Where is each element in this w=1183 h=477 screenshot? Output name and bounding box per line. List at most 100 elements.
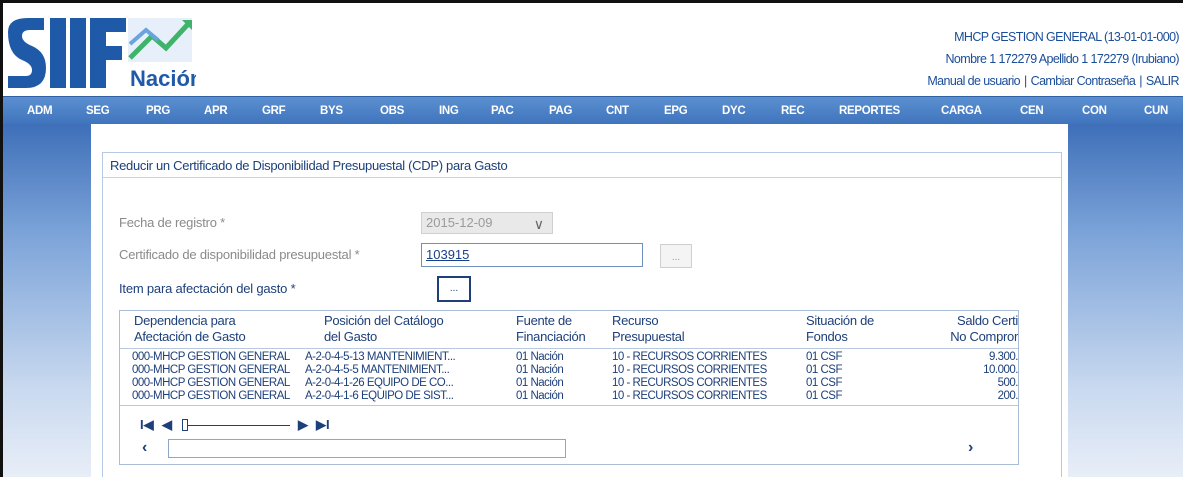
menu-item-grf[interactable]: GRF [262, 97, 286, 125]
col-header-posicion[interactable]: Posición del Catálogo del Gasto [324, 313, 444, 345]
pager-slider-handle[interactable] [182, 419, 188, 431]
cell-dependencia: 000-MHCP GESTION GENERAL [132, 390, 290, 402]
col-header-line: del Gasto [324, 329, 377, 344]
scrollbar-thumb[interactable] [168, 439, 566, 458]
cdp-label: Certificado de disponibilidad presupuest… [119, 247, 360, 262]
menu-item-epg[interactable]: EPG [664, 97, 688, 125]
col-header-line: Situación de [806, 313, 874, 328]
pager-track [184, 425, 290, 426]
col-header-line: Afectación de Gasto [134, 329, 246, 344]
user-links: Manual de usuario | Cambiar Contraseña | SAL… [927, 74, 1180, 88]
cell-saldo: 10.000. [983, 364, 1018, 376]
cdp-form-panel: Reducir un Certificado de Disponibilidad… [102, 152, 1062, 477]
cell-recurso: 10 - RECURSOS CORRIENTES [612, 377, 767, 389]
item-grid: Dependencia para Afectación de Gasto Pos… [119, 310, 1019, 465]
cell-fuente: 01 Nación [516, 390, 564, 402]
menu-item-rec[interactable]: REC [781, 97, 805, 125]
cell-saldo: 200. [997, 390, 1018, 402]
col-header-line: Fondos [806, 329, 848, 344]
col-header-saldo[interactable]: Saldo Certi No Compror [930, 313, 1018, 345]
left-background [3, 124, 91, 477]
fecha-value: 2015-12-09 [426, 215, 493, 230]
cell-dependencia: 000-MHCP GESTION GENERAL [132, 351, 290, 363]
fecha-label: Fecha de registro * [119, 215, 226, 230]
menu-item-con[interactable]: CON [1082, 97, 1107, 125]
user-info: MHCP GESTION GENERAL (13-01-01-000) Nomb… [927, 26, 1179, 92]
cell-saldo: 500. [997, 377, 1018, 389]
next-page-icon[interactable]: ▶ [298, 417, 308, 433]
fecha-select: 2015-12-09 ∨ [421, 212, 553, 234]
menu-item-seg[interactable]: SEG [86, 97, 110, 125]
scroll-left-icon[interactable]: ‹ [142, 439, 147, 457]
cell-fuente: 01 Nación [516, 364, 564, 376]
panel-title-divider [103, 177, 1061, 178]
menu-item-cnt[interactable]: CNT [606, 97, 629, 125]
menu-item-prg[interactable]: PRG [146, 97, 170, 125]
col-header-line: Presupuestal [612, 329, 685, 344]
menu-item-reportes[interactable]: REPORTES [839, 97, 900, 125]
cdp-value: 103915 [426, 247, 470, 262]
menu-item-cen[interactable]: CEN [1020, 97, 1044, 125]
panel-title: Reducir un Certificado de Disponibilidad… [110, 158, 508, 173]
change-password-link[interactable]: Cambiar Contraseña [1031, 74, 1136, 88]
item-search-button[interactable]: ... [437, 276, 471, 302]
cell-saldo: 9.300. [989, 351, 1018, 363]
cell-posicion: A-2-0-4-5-5 MANTENIMIENT... [305, 364, 450, 376]
user-org: MHCP GESTION GENERAL (13-01-01-000) [954, 30, 1180, 44]
col-header-line: Posición del Catálogo [324, 313, 444, 328]
cdp-input[interactable]: 103915 [421, 243, 643, 267]
cell-fuente: 01 Nación [516, 351, 564, 363]
scroll-right-icon[interactable]: › [968, 439, 973, 457]
logout-link[interactable]: SALIR [1146, 74, 1180, 88]
rows-divider [120, 405, 1018, 406]
header-divider [120, 348, 1018, 349]
siif-logo: Nación [8, 18, 196, 91]
cell-situacion: 01 CSF [806, 377, 843, 389]
col-header-recurso[interactable]: Recurso Presupuestal [612, 313, 685, 345]
cell-recurso: 10 - RECURSOS CORRIENTES [612, 390, 767, 402]
cell-dependencia: 000-MHCP GESTION GENERAL [132, 377, 290, 389]
cell-posicion: A-2-0-4-1-26 EQUIPO DE CO... [305, 377, 454, 389]
cell-posicion: A-2-0-4-1-6 EQUIPO DE SIST... [305, 390, 454, 402]
menu-item-pag[interactable]: PAG [549, 97, 572, 125]
col-header-line: Saldo Certi [956, 313, 1018, 328]
content-top-strip [91, 124, 1068, 144]
menu-item-adm[interactable]: ADM [27, 97, 53, 125]
col-header-fuente[interactable]: Fuente de Financiación [516, 313, 586, 345]
first-page-icon[interactable]: I◀ [140, 417, 154, 433]
cdp-search-button: ... [660, 244, 692, 268]
menu-item-obs[interactable]: OBS [380, 97, 404, 125]
right-background [1068, 124, 1183, 477]
last-page-icon[interactable]: ▶I [316, 417, 330, 433]
col-header-line: Recurso [612, 313, 659, 328]
item-label: Item para afectación del gasto * [119, 281, 296, 296]
menu-item-dyc[interactable]: DYC [722, 97, 746, 125]
main-menu-bar: ADM SEG PRG APR GRF BYS OBS ING PAC PAG … [3, 96, 1183, 126]
cell-situacion: 01 CSF [806, 390, 843, 402]
menu-item-bys[interactable]: BYS [320, 97, 343, 125]
cell-situacion: 01 CSF [806, 364, 843, 376]
user-name: Nombre 1 172279 Apellido 1 172279 (Irubi… [945, 52, 1179, 66]
cell-recurso: 10 - RECURSOS CORRIENTES [612, 364, 767, 376]
cell-recurso: 10 - RECURSOS CORRIENTES [612, 351, 767, 363]
chevron-down-icon: ∨ [533, 216, 544, 232]
horizontal-scrollbar[interactable]: ‹ › [128, 439, 1016, 459]
manual-link[interactable]: Manual de usuario [927, 74, 1020, 88]
col-header-situacion[interactable]: Situación de Fondos [806, 313, 874, 345]
prev-page-icon[interactable]: ◀ [162, 417, 172, 433]
menu-item-ing[interactable]: ING [439, 97, 459, 125]
col-header-line: Dependencia para [134, 313, 236, 328]
menu-item-pac[interactable]: PAC [491, 97, 514, 125]
col-header-line: Financiación [516, 329, 586, 344]
col-header-dependencia[interactable]: Dependencia para Afectación de Gasto [134, 313, 246, 345]
cell-dependencia: 000-MHCP GESTION GENERAL [132, 364, 290, 376]
menu-item-apr[interactable]: APR [204, 97, 228, 125]
menu-item-carga[interactable]: CARGA [941, 97, 982, 125]
col-header-line: Fuente de [516, 313, 572, 328]
logo-nacion-text: Nación [130, 66, 196, 91]
cell-posicion: A-2-0-4-5-13 MANTENIMIENT... [305, 351, 456, 363]
menu-item-cun[interactable]: CUN [1144, 97, 1168, 125]
cell-fuente: 01 Nación [516, 377, 564, 389]
col-header-line: No Compror [950, 329, 1018, 344]
cell-situacion: 01 CSF [806, 351, 843, 363]
